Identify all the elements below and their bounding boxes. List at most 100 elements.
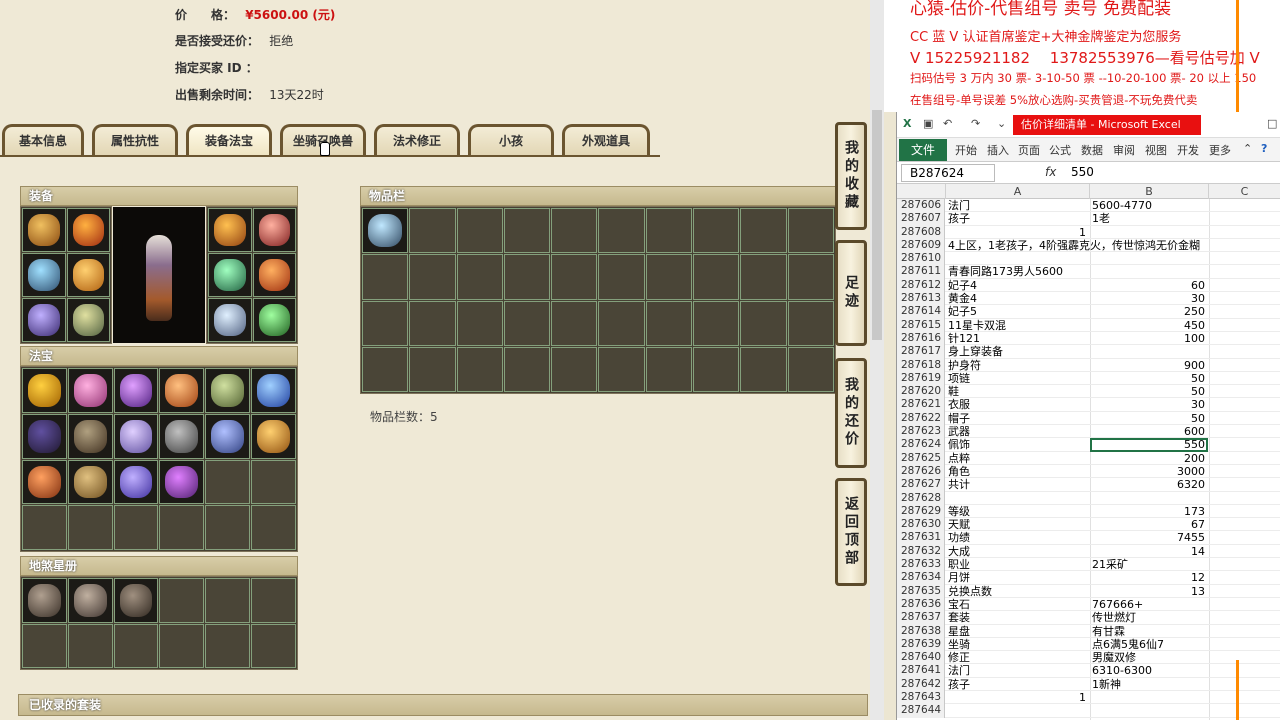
cell-a[interactable]: 武器	[946, 425, 1089, 438]
row-number[interactable]: 287630	[897, 518, 945, 532]
cell-b[interactable]: 60	[1090, 279, 1208, 292]
row-number[interactable]: 287619	[897, 371, 945, 386]
cell-b[interactable]: 6310-6300	[1090, 664, 1208, 677]
customize-toolbar-icon[interactable]: ⌄	[997, 117, 1006, 130]
row-number[interactable]: 287613	[897, 292, 945, 306]
fx-icon[interactable]: fx	[1045, 165, 1056, 179]
footprint-button[interactable]: 足迹	[835, 240, 867, 346]
cell-a[interactable]: 点粹	[946, 452, 1089, 465]
ribbon-tab-home[interactable]: 开始	[955, 142, 977, 158]
equip-slot[interactable]	[22, 298, 66, 342]
cell-b[interactable]: 767666+	[1090, 598, 1208, 611]
tab-equipment[interactable]: 装备法宝	[186, 124, 272, 156]
cell-a[interactable]: 坐骑	[946, 638, 1089, 651]
row-number[interactable]: 287622	[897, 411, 945, 426]
row-number[interactable]: 287612	[897, 278, 945, 293]
row-number[interactable]: 287609	[897, 238, 945, 253]
ribbon-tab-formulas[interactable]: 公式	[1049, 142, 1071, 158]
disha-slot[interactable]	[22, 578, 67, 623]
row-number[interactable]: 287633	[897, 558, 945, 572]
cell-a[interactable]: 兑换点数	[946, 585, 1089, 598]
equip-slot[interactable]	[66, 253, 110, 297]
row-number[interactable]: 287620	[897, 385, 945, 399]
cell-a[interactable]: 黄金4	[946, 292, 1089, 305]
cell-a[interactable]: 职业	[946, 558, 1089, 571]
row-number[interactable]: 287608	[897, 225, 945, 239]
row-number[interactable]: 287640	[897, 651, 945, 665]
save-icon[interactable]: ▣	[923, 117, 933, 130]
row-number[interactable]: 287642	[897, 677, 945, 691]
row-number[interactable]: 287631	[897, 531, 945, 545]
cell-b[interactable]: 900	[1090, 359, 1208, 372]
cell-a[interactable]: 11星卡双混	[946, 319, 1089, 332]
fabao-slot[interactable]	[67, 459, 113, 505]
row-number[interactable]: 287641	[897, 664, 945, 678]
row-number[interactable]: 287632	[897, 544, 945, 559]
row-number[interactable]: 287606	[897, 199, 945, 213]
cell-b[interactable]: 50	[1090, 385, 1208, 398]
cell-a[interactable]: 妃子5	[946, 305, 1089, 318]
cell-a[interactable]: 孩子	[946, 212, 1089, 225]
row-number[interactable]: 287638	[897, 624, 945, 638]
row-number[interactable]: 287607	[897, 212, 945, 226]
row-number[interactable]: 287621	[897, 398, 945, 412]
my-offers-button[interactable]: 我的还价	[835, 358, 867, 468]
fabao-slot[interactable]	[113, 459, 159, 505]
row-number[interactable]: 287639	[897, 637, 945, 652]
row-number[interactable]: 287615	[897, 318, 945, 332]
cell-a[interactable]: 套装	[946, 611, 1089, 624]
equip-slot[interactable]	[252, 208, 296, 252]
tab-attributes[interactable]: 属性抗性	[92, 124, 178, 156]
fabao-slot[interactable]	[251, 413, 296, 459]
cell-b[interactable]: 1	[946, 691, 1089, 704]
cell-b[interactable]: 7455	[1090, 531, 1208, 544]
column-header-a[interactable]: A	[946, 184, 1090, 199]
cell-a[interactable]: 4上区，1老孩子，4阶强霹克火，传世惊鸿无价金糊	[946, 239, 1200, 252]
cell-a[interactable]: 等级	[946, 505, 1089, 518]
help-icon[interactable]: ?	[1261, 142, 1267, 155]
fabao-slot[interactable]	[205, 368, 251, 413]
select-all-corner[interactable]	[897, 184, 946, 199]
cell-b[interactable]: 550	[1090, 438, 1208, 452]
cell-a[interactable]: 修正	[946, 651, 1089, 664]
cell-a[interactable]: 针121	[946, 332, 1089, 345]
tab-spell-correction[interactable]: 法术修正	[374, 124, 460, 156]
cell-a[interactable]: 项链	[946, 372, 1089, 385]
equip-slot[interactable]	[208, 298, 252, 342]
cell-a[interactable]: 鞋	[946, 385, 1089, 398]
row-number[interactable]: 287628	[897, 491, 945, 505]
cell-a[interactable]: 月饼	[946, 571, 1089, 584]
ribbon-tab-insert[interactable]: 插入	[987, 142, 1009, 158]
row-number[interactable]: 287617	[897, 345, 945, 359]
scrollbar-thumb[interactable]	[872, 110, 882, 340]
ribbon-tab-data[interactable]: 数据	[1081, 142, 1103, 158]
row-number[interactable]: 287626	[897, 464, 945, 479]
cell-a[interactable]: 帽子	[946, 412, 1089, 425]
undo-icon[interactable]: ↶	[943, 117, 952, 130]
cell-b[interactable]: 450	[1090, 319, 1208, 332]
cell-a[interactable]: 功绩	[946, 531, 1089, 544]
row-number[interactable]: 287625	[897, 451, 945, 465]
equip-slot[interactable]	[252, 253, 296, 297]
tab-child[interactable]: 小孩	[468, 124, 554, 156]
file-tab[interactable]: 文件	[899, 139, 947, 161]
cell-b[interactable]: 173	[1090, 505, 1208, 518]
row-number[interactable]: 287610	[897, 252, 945, 266]
fabao-slot[interactable]	[251, 368, 296, 413]
cell-b[interactable]: 1老	[1090, 212, 1208, 225]
chevron-up-icon[interactable]: ⌃	[1243, 142, 1252, 155]
cell-b[interactable]: 有甘霖	[1090, 625, 1208, 638]
cell-a[interactable]: 护身符	[946, 359, 1089, 372]
cell-b[interactable]: 1新神	[1090, 678, 1208, 691]
cell-a[interactable]: 宝石	[946, 598, 1089, 611]
cell-b[interactable]: 600	[1090, 425, 1208, 438]
row-number[interactable]: 287643	[897, 690, 945, 705]
fabao-slot[interactable]	[67, 368, 113, 413]
equip-slot[interactable]	[66, 208, 110, 252]
ribbon-tab-page[interactable]: 页面	[1018, 142, 1040, 158]
redo-icon[interactable]: ↷	[971, 117, 980, 130]
cell-b[interactable]: 男魔双修	[1090, 651, 1208, 664]
fabao-slot[interactable]	[67, 413, 113, 459]
disha-slot[interactable]	[67, 578, 113, 623]
page-scrollbar[interactable]	[870, 0, 884, 720]
